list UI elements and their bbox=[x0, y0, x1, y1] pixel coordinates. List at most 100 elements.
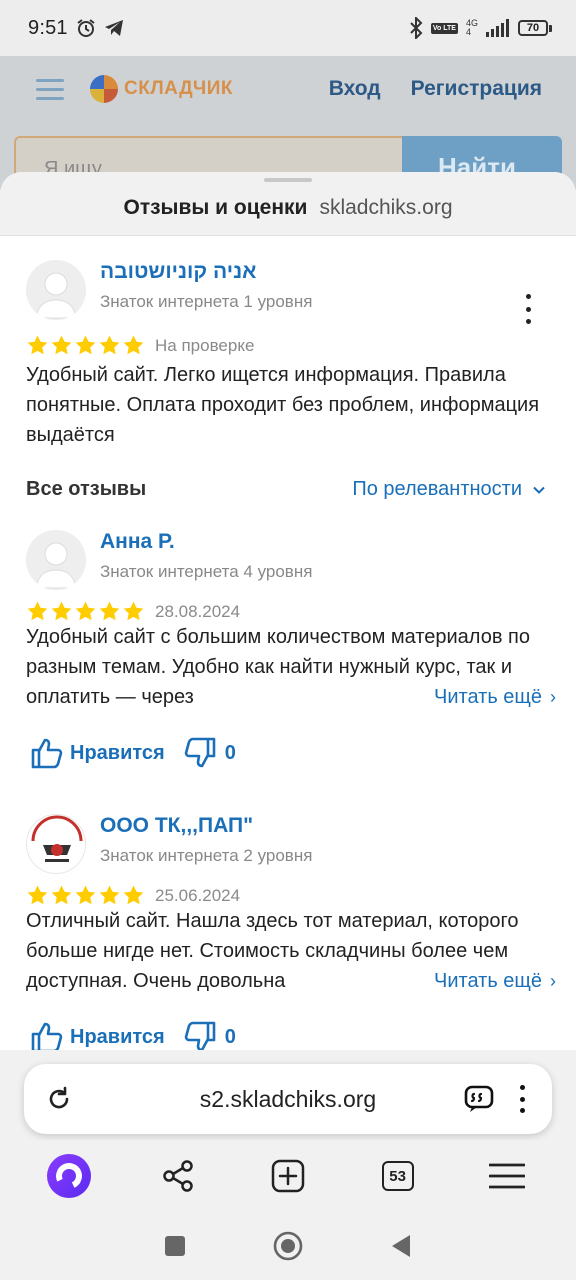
dislike-button[interactable]: 0 bbox=[183, 1020, 236, 1050]
network-type: 4G 4 bbox=[465, 18, 478, 37]
review-date: 28.08.2024 bbox=[155, 601, 241, 621]
review-text: Отличный сайт. Нашла здесь тот материал,… bbox=[26, 906, 556, 996]
browser-menu-icon[interactable] bbox=[518, 1085, 526, 1113]
review-card: Анна Р. Знаток интернета 4 уровня 28.08.… bbox=[26, 530, 556, 780]
star-icon bbox=[99, 601, 120, 621]
menu-icon bbox=[489, 1163, 526, 1189]
rating-row: На проверке bbox=[26, 334, 254, 357]
share-button[interactable] bbox=[150, 1148, 206, 1204]
alice-button[interactable] bbox=[41, 1148, 97, 1204]
like-label: Нравится bbox=[70, 741, 165, 764]
status-bar: 9:51 Vo LTE 4G 4 70 bbox=[0, 0, 576, 56]
login-link[interactable]: Вход bbox=[329, 77, 381, 101]
my-review: אניה קוניושטובה Знаток интернета 1 уровн… bbox=[26, 260, 556, 460]
alice-icon bbox=[46, 1154, 91, 1198]
avatar bbox=[26, 260, 86, 320]
hamburger-menu-icon[interactable] bbox=[36, 78, 64, 100]
site-logo[interactable]: СКЛАДЧИК bbox=[90, 75, 233, 103]
address-bar[interactable]: s2.skladchiks.org bbox=[24, 1064, 552, 1134]
review-date: 25.06.2024 bbox=[155, 885, 241, 905]
review-status: На проверке bbox=[155, 335, 255, 355]
read-more[interactable]: Читать ещё › bbox=[394, 966, 556, 996]
author-name[interactable]: אניה קוניושטובה bbox=[100, 260, 256, 284]
read-more-link[interactable]: Читать ещё bbox=[434, 966, 542, 996]
all-reviews-header: Все отзывы По релевантности bbox=[26, 478, 546, 501]
star-icon bbox=[75, 335, 96, 355]
new-tab-button[interactable] bbox=[260, 1148, 316, 1204]
logo-icon bbox=[90, 75, 118, 103]
like-label: Нравится bbox=[70, 1025, 165, 1048]
read-more[interactable]: Читать ещё › bbox=[394, 682, 556, 712]
signal-icon bbox=[486, 19, 509, 37]
like-button[interactable]: Нравится bbox=[30, 736, 165, 770]
star-icon bbox=[51, 335, 72, 355]
browser-toolbar: 53 bbox=[0, 1140, 576, 1212]
home-icon[interactable] bbox=[273, 1231, 303, 1261]
star-icon bbox=[51, 601, 72, 621]
reviews-quote-icon[interactable] bbox=[464, 1085, 494, 1113]
menu-button[interactable] bbox=[479, 1148, 535, 1204]
thumbs-down-icon bbox=[184, 737, 216, 768]
author-level: Знаток интернета 2 уровня bbox=[100, 846, 313, 865]
alarm-icon bbox=[77, 19, 95, 37]
author-name[interactable]: ООО ТК,,,ПАП" bbox=[100, 814, 253, 838]
star-icon bbox=[99, 335, 120, 355]
sheet-header: Отзывы и оценки skladchiks.org bbox=[0, 172, 576, 236]
author-level: Знаток интернета 1 уровня bbox=[100, 292, 313, 311]
site-header: СКЛАДЧИК Вход Регистрация bbox=[0, 56, 576, 122]
dislike-button[interactable]: 0 bbox=[183, 736, 236, 770]
star-icon bbox=[75, 885, 96, 905]
avatar bbox=[26, 530, 86, 590]
telegram-icon bbox=[104, 20, 123, 36]
star-rating bbox=[26, 334, 145, 357]
like-button[interactable]: Нравится bbox=[30, 1020, 165, 1050]
battery-level: 70 bbox=[518, 20, 548, 36]
sort-dropdown[interactable]: По релевантности bbox=[352, 478, 522, 501]
thumbs-up-icon bbox=[31, 738, 63, 769]
star-rating bbox=[26, 600, 145, 623]
star-icon bbox=[99, 885, 120, 905]
dislike-count: 0 bbox=[224, 741, 236, 764]
review-text: Удобный сайт с большим количеством матер… bbox=[26, 622, 556, 712]
author-name[interactable]: Анна Р. bbox=[100, 530, 175, 554]
all-reviews-title: Все отзывы bbox=[26, 478, 147, 500]
author-level: Знаток интернета 4 уровня bbox=[100, 562, 313, 581]
reactions-row: Нравится 0 bbox=[30, 1020, 236, 1050]
star-icon bbox=[75, 601, 96, 621]
back-icon[interactable] bbox=[390, 1234, 412, 1258]
rating-row: 28.08.2024 bbox=[26, 600, 240, 623]
review-text: Удобный сайт. Легко ищется информация. П… bbox=[26, 364, 540, 446]
system-navigation bbox=[0, 1212, 576, 1280]
register-link[interactable]: Регистрация bbox=[411, 77, 542, 101]
read-more-link[interactable]: Читать ещё bbox=[434, 682, 542, 712]
dislike-count: 0 bbox=[224, 1025, 236, 1048]
star-icon bbox=[123, 885, 144, 905]
sheet-title: Отзывы и оценки bbox=[123, 195, 308, 219]
review-options-icon[interactable] bbox=[518, 292, 538, 326]
new-tab-icon bbox=[271, 1159, 305, 1193]
rating-row: 25.06.2024 bbox=[26, 884, 240, 907]
review-card: ООО ТК,,,ПАП" Знаток интернета 2 уровня … bbox=[26, 814, 556, 1050]
star-icon bbox=[123, 335, 144, 355]
star-rating bbox=[26, 884, 145, 907]
logo-text: СКЛАДЧИК bbox=[124, 78, 233, 99]
tabs-button[interactable]: 53 bbox=[370, 1148, 426, 1204]
reactions-row: Нравится 0 bbox=[30, 736, 236, 770]
thumbs-up-icon bbox=[31, 1022, 63, 1050]
star-icon bbox=[27, 885, 48, 905]
reviews-sheet: Отзывы и оценки skladchiks.org אניה קוני… bbox=[0, 172, 576, 1050]
chevron-right-icon: › bbox=[550, 687, 556, 707]
battery-icon: 70 bbox=[518, 20, 552, 36]
thumbs-down-icon bbox=[184, 1021, 216, 1050]
share-icon bbox=[163, 1160, 194, 1192]
bluetooth-icon bbox=[410, 17, 423, 39]
drag-handle[interactable] bbox=[264, 178, 312, 182]
tabs-icon: 53 bbox=[381, 1161, 414, 1191]
star-icon bbox=[27, 335, 48, 355]
recents-icon[interactable] bbox=[164, 1235, 186, 1257]
chevron-down-icon[interactable] bbox=[532, 483, 546, 497]
chevron-right-icon: › bbox=[550, 971, 556, 991]
star-icon bbox=[51, 885, 72, 905]
reload-icon[interactable] bbox=[46, 1086, 72, 1112]
sheet-domain: skladchiks.org bbox=[319, 195, 453, 219]
